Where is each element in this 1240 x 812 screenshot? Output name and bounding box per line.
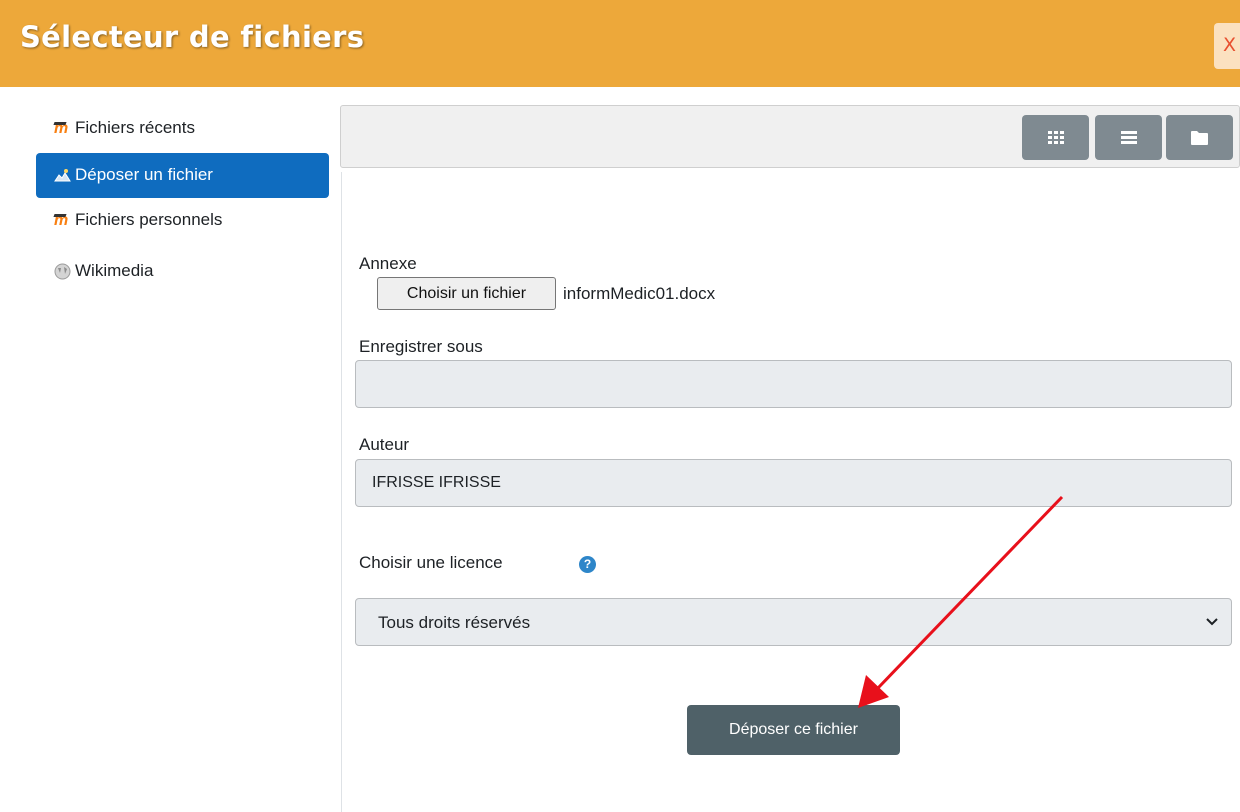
chevron-down-icon <box>1206 618 1218 626</box>
sidebar-item-recent-files[interactable]: m Fichiers récents <box>36 107 329 152</box>
sidebar-item-label: Déposer un fichier <box>75 165 213 184</box>
license-selected-value: Tous droits réservés <box>378 613 531 632</box>
view-toolbar <box>340 105 1240 168</box>
list-view-button[interactable] <box>1095 115 1162 160</box>
sidebar-item-label: Wikimedia <box>75 261 154 280</box>
close-button[interactable]: X <box>1214 23 1240 69</box>
sidebar-item-private-files[interactable]: m Fichiers personnels <box>36 199 329 244</box>
moodle-icon: m <box>54 212 71 229</box>
license-label: Choisir une licence <box>359 553 503 572</box>
save-as-input[interactable] <box>355 360 1232 408</box>
content-divider <box>341 172 342 812</box>
dialog-title: Sélecteur de fichiers <box>20 20 365 54</box>
selected-file-name: informMedic01.docx <box>563 284 716 303</box>
choose-file-button[interactable]: Choisir un fichier <box>377 277 556 310</box>
folder-view-icon <box>1191 130 1208 145</box>
grid-view-button[interactable] <box>1022 115 1089 160</box>
folder-view-button[interactable] <box>1166 115 1233 160</box>
save-as-label: Enregistrer sous <box>359 337 483 356</box>
sidebar-item-wikimedia[interactable]: Wikimedia <box>36 250 329 295</box>
moodle-icon: m <box>54 120 71 137</box>
author-label: Auteur <box>359 435 410 454</box>
list-view-icon <box>1120 130 1137 144</box>
dialog-header: Sélecteur de fichiers X <box>0 0 1240 87</box>
upload-icon <box>54 167 71 184</box>
sidebar-item-label: Fichiers personnels <box>75 210 223 229</box>
sidebar-item-label: Fichiers récents <box>75 118 195 137</box>
help-icon[interactable]: ? <box>579 556 596 573</box>
grid-view-icon <box>1047 130 1064 144</box>
license-select[interactable]: Tous droits réservés <box>355 598 1232 646</box>
author-input[interactable]: IFRISSE IFRISSE <box>355 459 1232 507</box>
wikimedia-icon <box>54 263 71 280</box>
attachment-label: Annexe <box>359 254 417 273</box>
sidebar-item-upload-file[interactable]: Déposer un fichier <box>36 153 329 198</box>
upload-file-button[interactable]: Déposer ce fichier <box>687 705 900 755</box>
